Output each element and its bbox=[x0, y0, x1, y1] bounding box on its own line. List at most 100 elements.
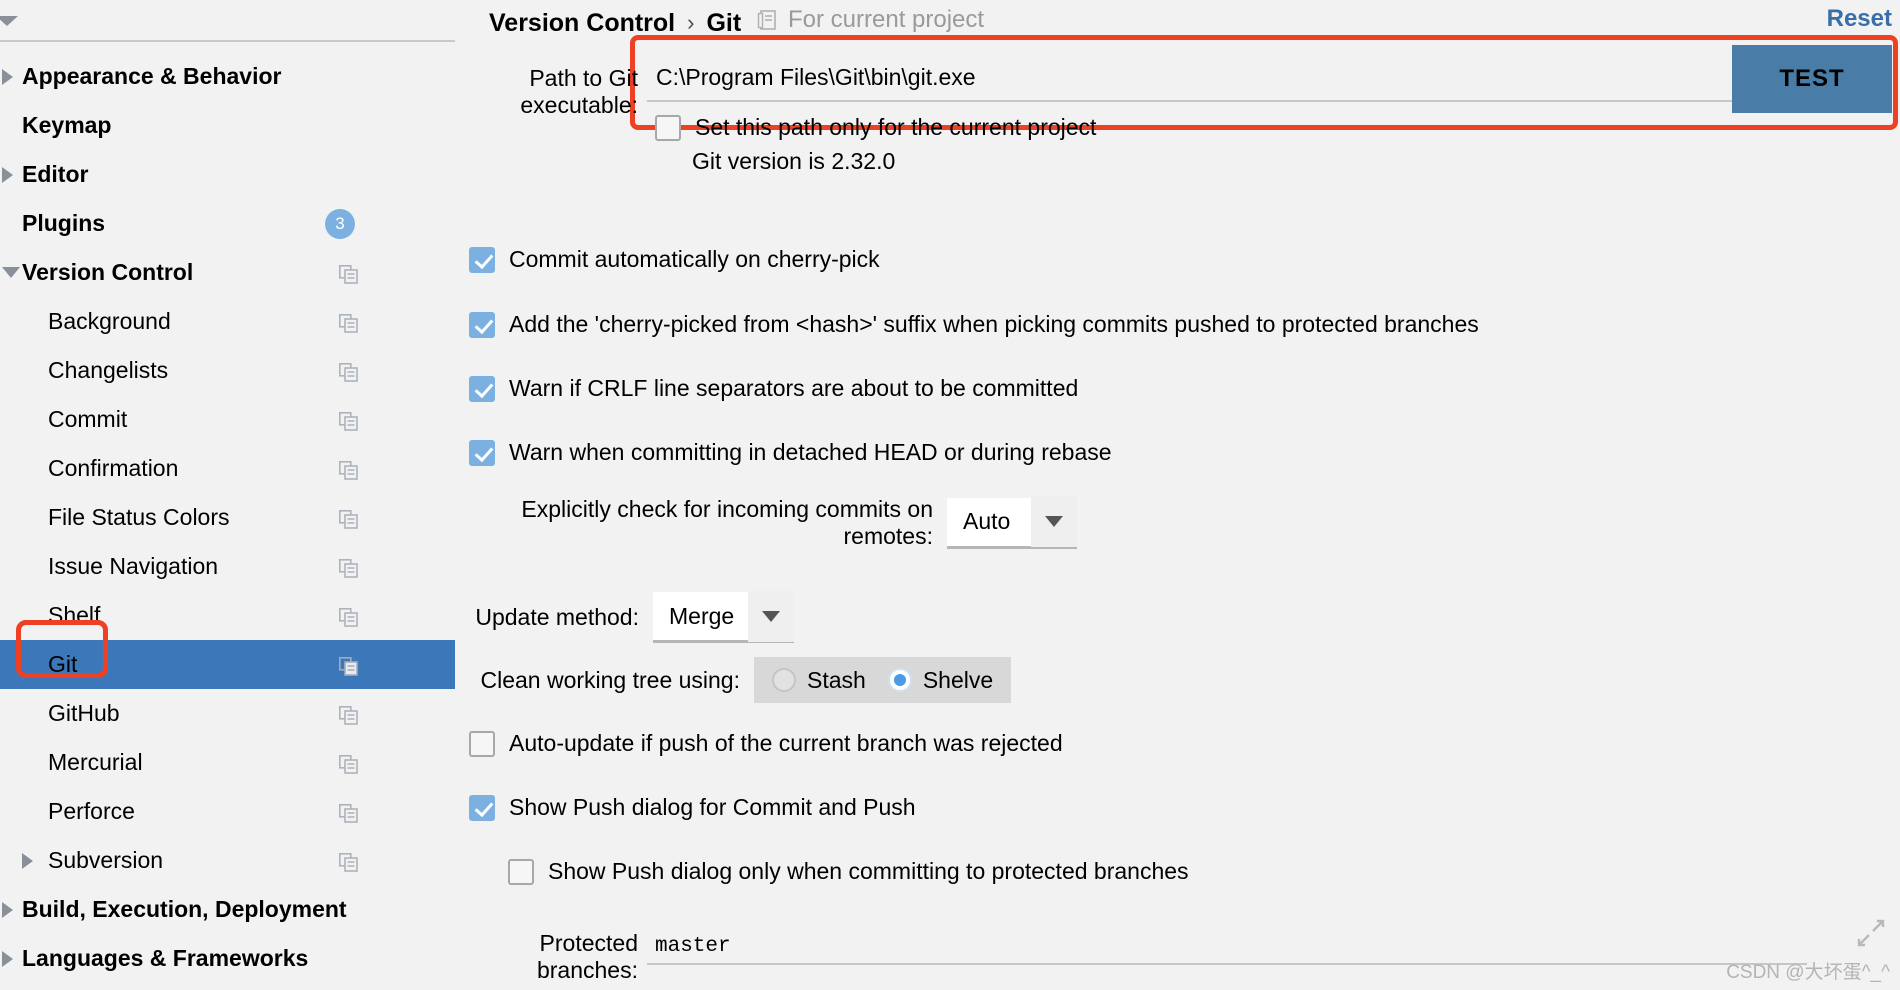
clean-working-tree-radio-group: Stash Shelve bbox=[754, 657, 1012, 703]
option-row-show-push-dialog-protected: Show Push dialog only when committing to… bbox=[508, 858, 1189, 885]
sidebar-item-file-status-colors[interactable]: File Status Colors bbox=[0, 493, 455, 542]
breadcrumb-current: Git bbox=[706, 8, 742, 37]
sidebar-item-keymap[interactable]: Keymap bbox=[0, 101, 455, 150]
cherry-picked-suffix-checkbox[interactable] bbox=[469, 311, 495, 338]
auto-update-checkbox[interactable] bbox=[469, 730, 495, 757]
sidebar-item-changelists[interactable]: Changelists bbox=[0, 346, 455, 395]
update-method-value: Merge bbox=[669, 602, 735, 629]
clean-working-tree-label: Clean working tree using: bbox=[480, 666, 740, 693]
copy-settings-icon[interactable] bbox=[339, 361, 358, 382]
incoming-commits-dropdown[interactable]: Auto bbox=[947, 496, 1077, 549]
copy-settings-icon[interactable] bbox=[339, 655, 358, 676]
protected-branches-label: Protected branches: bbox=[536, 930, 638, 983]
sidebar-item-label: Mercurial bbox=[48, 749, 143, 775]
settings-dialog: Appearance & Behavior Keymap Editor Plugins… bbox=[0, 0, 1900, 990]
copy-settings-icon[interactable] bbox=[339, 410, 358, 431]
set-path-only-checkbox[interactable] bbox=[655, 114, 681, 141]
path-label: Path to Git executable: bbox=[520, 65, 638, 118]
sidebar-item-mercurial[interactable]: Mercurial bbox=[0, 738, 455, 787]
sidebar-item-label: Plugins bbox=[22, 210, 106, 236]
sidebar-item-perforce[interactable]: Perforce bbox=[0, 787, 455, 836]
settings-sidebar: Appearance & Behavior Keymap Editor Plugins… bbox=[0, 0, 455, 990]
warn-crlf-checkbox[interactable] bbox=[469, 375, 495, 402]
sidebar-item-issue-navigation[interactable]: Issue Navigation bbox=[0, 542, 455, 591]
sidebar-item-appearance-behavior[interactable]: Appearance & Behavior bbox=[0, 52, 455, 101]
reset-link[interactable]: Reset bbox=[1827, 5, 1892, 33]
sidebar-item-git[interactable]: Git bbox=[0, 640, 455, 689]
copy-settings-icon[interactable] bbox=[339, 557, 358, 578]
chevron-down-icon[interactable] bbox=[0, 16, 18, 26]
warn-detached-head-label: Warn when committing in detached HEAD or… bbox=[509, 439, 1112, 465]
sidebar-item-github[interactable]: GitHub bbox=[0, 689, 455, 738]
update-method-label: Update method: bbox=[475, 604, 639, 630]
commit-auto-cherry-pick-checkbox[interactable] bbox=[469, 246, 495, 273]
chevron-down-icon bbox=[748, 590, 795, 642]
sidebar-item-build-execution-deployment[interactable]: Build, Execution, Deployment bbox=[0, 885, 455, 934]
warn-detached-head-checkbox[interactable] bbox=[469, 439, 495, 466]
sidebar-item-shelf[interactable]: Shelf bbox=[0, 591, 455, 640]
sidebar-item-background[interactable]: Background bbox=[0, 297, 455, 346]
option-row-warn-detached-head: Warn when committing in detached HEAD or… bbox=[469, 439, 1112, 466]
scope-indicator: For current project bbox=[757, 6, 984, 34]
chevron-right-icon[interactable] bbox=[22, 852, 33, 869]
sidebar-item-label: Git bbox=[48, 651, 78, 677]
copy-settings-icon[interactable] bbox=[339, 606, 358, 627]
chevron-right-icon[interactable] bbox=[2, 901, 13, 918]
copy-settings-icon[interactable] bbox=[339, 704, 358, 725]
radio-shelve[interactable]: Shelve bbox=[887, 667, 993, 694]
sidebar-item-editor[interactable]: Editor bbox=[0, 150, 455, 199]
copy-settings-icon[interactable] bbox=[339, 459, 358, 480]
incoming-commits-label: Explicitly check for incoming commits on… bbox=[521, 496, 933, 549]
sidebar-item-plugins[interactable]: Plugins 3 bbox=[0, 199, 455, 248]
test-button[interactable]: TEST bbox=[1732, 45, 1892, 113]
copy-settings-icon[interactable] bbox=[339, 312, 358, 333]
protected-branches-input[interactable]: master bbox=[647, 935, 1807, 965]
cherry-picked-suffix-label: Add the 'cherry-picked from <hash>' suff… bbox=[509, 311, 1479, 337]
show-push-dialog-protected-checkbox[interactable] bbox=[508, 858, 534, 885]
path-to-git-row: Path to Git executable: C:\Program Files… bbox=[455, 55, 1892, 141]
chevron-right-icon[interactable] bbox=[2, 950, 13, 967]
radio-stash-dot bbox=[772, 668, 796, 692]
watermark: CSDN @大坏蛋^_^ bbox=[1726, 962, 1890, 983]
option-row-commit-auto-cherry-pick: Commit automatically on cherry-pick bbox=[469, 246, 880, 273]
radio-stash[interactable]: Stash bbox=[772, 667, 866, 694]
path-field-wrapper: C:\Program Files\Git\bin\git.exe Set thi… bbox=[647, 55, 1892, 141]
breadcrumb-separator-icon: › bbox=[687, 10, 695, 35]
sidebar-item-subversion[interactable]: Subversion bbox=[0, 836, 455, 885]
copy-settings-icon[interactable] bbox=[339, 263, 358, 284]
path-input[interactable]: C:\Program Files\Git\bin\git.exe bbox=[647, 55, 1892, 102]
sidebar-item-commit[interactable]: Commit bbox=[0, 395, 455, 444]
sidebar-item-label: Languages & Frameworks bbox=[22, 945, 309, 971]
copy-settings-icon[interactable] bbox=[339, 851, 358, 872]
git-version-text: Git version is 2.32.0 bbox=[692, 148, 896, 174]
incoming-commits-value: Auto bbox=[963, 508, 1011, 534]
sidebar-item-version-control[interactable]: Version Control bbox=[0, 248, 455, 297]
option-row-show-push-dialog: Show Push dialog for Commit and Push bbox=[469, 794, 916, 821]
sidebar-item-confirmation[interactable]: Confirmation bbox=[0, 444, 455, 493]
sidebar-item-label: Background bbox=[48, 308, 171, 334]
chevron-right-icon[interactable] bbox=[2, 68, 13, 85]
sidebar-item-badge: 3 bbox=[325, 208, 355, 239]
update-method-dropdown[interactable]: Merge bbox=[653, 590, 795, 643]
sidebar-item-label: Appearance & Behavior bbox=[22, 63, 282, 89]
breadcrumb: Version Control › Git bbox=[489, 5, 741, 41]
show-push-dialog-protected-label: Show Push dialog only when committing to… bbox=[548, 858, 1189, 884]
chevron-right-icon[interactable] bbox=[2, 166, 13, 183]
sidebar-item-label: Perforce bbox=[48, 798, 135, 824]
copy-settings-icon[interactable] bbox=[339, 802, 358, 823]
chevron-down-icon[interactable] bbox=[2, 267, 20, 278]
sidebar-item-label: Shelf bbox=[48, 602, 101, 628]
expand-arrows-icon[interactable] bbox=[1856, 918, 1886, 948]
sidebar-item-label: Build, Execution, Deployment bbox=[22, 896, 347, 922]
protected-branches-row: Protected branches: master bbox=[455, 930, 1807, 984]
show-push-dialog-label: Show Push dialog for Commit and Push bbox=[509, 794, 916, 820]
chevron-down-icon bbox=[1031, 496, 1077, 547]
show-push-dialog-checkbox[interactable] bbox=[469, 794, 495, 821]
auto-update-label: Auto-update if push of the current branc… bbox=[509, 730, 1063, 756]
incoming-commits-row: Explicitly check for incoming commits on… bbox=[455, 496, 1077, 550]
copy-settings-icon[interactable] bbox=[339, 508, 358, 529]
sidebar-item-languages-frameworks[interactable]: Languages & Frameworks bbox=[0, 934, 455, 983]
copy-settings-icon[interactable] bbox=[339, 753, 358, 774]
option-row-warn-crlf: Warn if CRLF line separators are about t… bbox=[469, 375, 1078, 402]
breadcrumb-parent[interactable]: Version Control bbox=[489, 9, 675, 38]
